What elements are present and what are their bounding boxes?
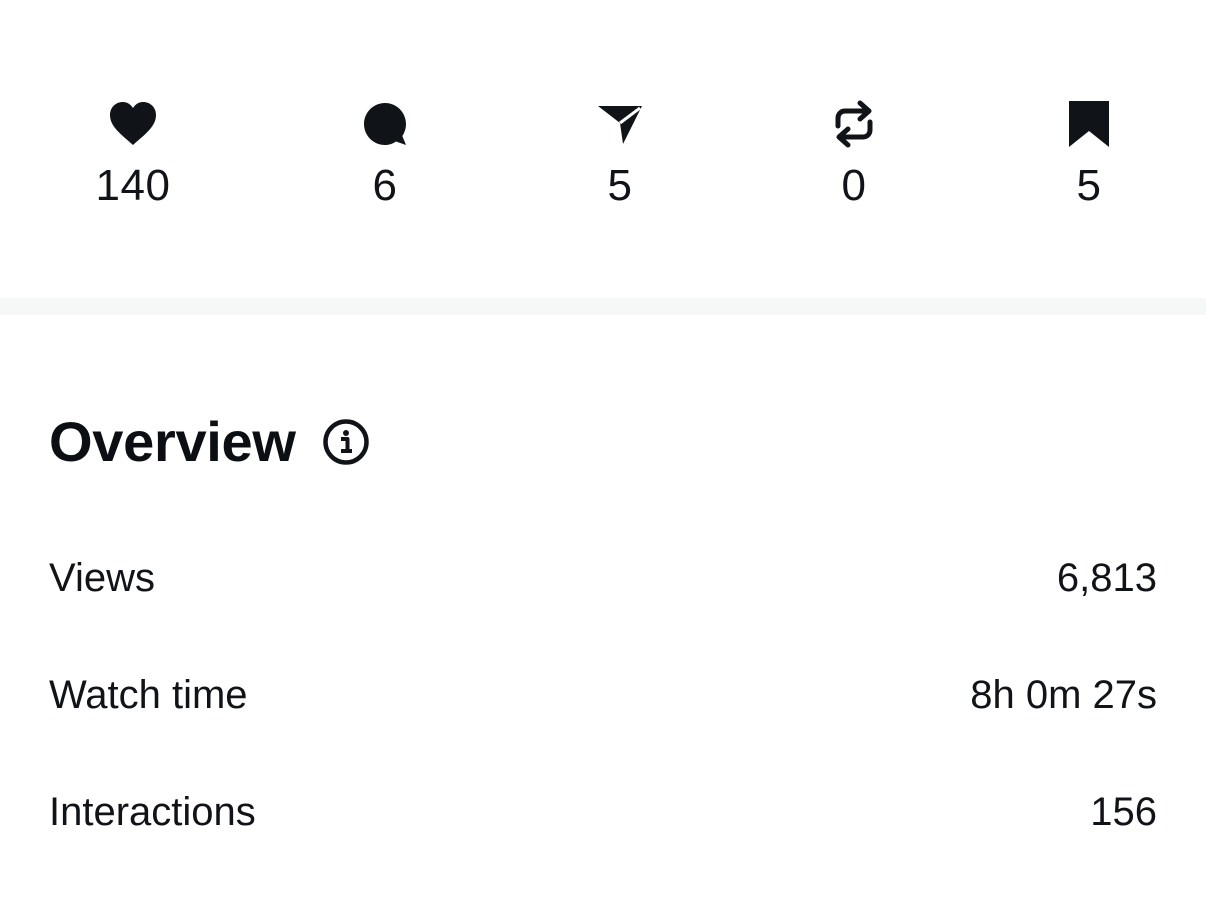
- send-icon: [594, 98, 646, 150]
- comments-count: 6: [372, 161, 398, 210]
- metric-value: 8h 0m 27s: [970, 673, 1157, 717]
- repost-icon: [828, 98, 880, 150]
- shares-stat[interactable]: 5: [530, 98, 710, 210]
- reposts-count: 0: [841, 161, 867, 210]
- metric-row-interactions: Interactions 156: [49, 784, 1157, 840]
- section-divider: [0, 298, 1206, 315]
- shares-count: 5: [607, 161, 633, 210]
- likes-count: 140: [95, 161, 171, 210]
- comments-stat[interactable]: 6: [295, 98, 475, 210]
- metric-label: Watch time: [49, 673, 248, 717]
- saves-stat[interactable]: 5: [999, 98, 1179, 210]
- engagement-stats-row: 140 6 5 0 5: [0, 0, 1206, 296]
- saves-count: 5: [1076, 161, 1102, 210]
- info-icon[interactable]: [322, 418, 370, 466]
- likes-stat[interactable]: 140: [43, 98, 223, 210]
- metric-label: Interactions: [49, 790, 256, 834]
- overview-title: Overview: [49, 410, 296, 473]
- metric-row-watch-time: Watch time 8h 0m 27s: [49, 667, 1157, 723]
- metric-value: 6,813: [1056, 556, 1157, 600]
- reposts-stat[interactable]: 0: [764, 98, 944, 210]
- comment-icon: [359, 98, 411, 150]
- overview-header: Overview: [49, 410, 370, 474]
- bookmark-icon: [1063, 98, 1115, 150]
- metric-row-views: Views 6,813: [49, 550, 1157, 606]
- heart-icon: [107, 98, 159, 150]
- metric-label: Views: [49, 556, 155, 600]
- metric-value: 156: [1090, 790, 1157, 834]
